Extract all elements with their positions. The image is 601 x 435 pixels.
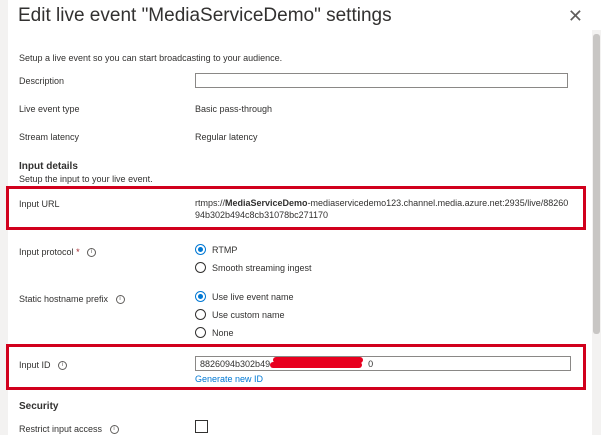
input-url-prefix: rtmps:// xyxy=(195,198,226,208)
hostname-option-none[interactable]: None xyxy=(195,327,234,338)
input-url-rest: -mediaservicedemo123.channel.media.azure… xyxy=(307,198,569,208)
input-details-subtext: Setup the input to your live event. xyxy=(19,174,153,184)
radio-selected-icon[interactable] xyxy=(195,244,206,255)
input-protocol-label: Input protocol * i xyxy=(19,247,97,258)
radio-unselected-icon[interactable] xyxy=(195,327,206,338)
restrict-input-label-text: Restrict input access xyxy=(19,424,103,434)
hostname-option-label: Use live event name xyxy=(212,291,294,302)
hostname-option-live-event-name[interactable]: Use live event name xyxy=(195,291,294,302)
static-hostname-label: Static hostname prefix i xyxy=(19,294,125,305)
input-url-label: Input URL xyxy=(19,199,60,209)
edit-live-event-panel: Edit live event "MediaServiceDemo" setti… xyxy=(6,0,601,435)
info-icon[interactable]: i xyxy=(109,425,119,435)
static-hostname-label-text: Static hostname prefix xyxy=(19,294,109,304)
protocol-option-label: RTMP xyxy=(212,244,238,255)
restrict-input-label: Restrict input access i xyxy=(19,424,119,435)
close-icon[interactable]: ✕ xyxy=(568,6,583,27)
radio-unselected-icon[interactable] xyxy=(195,309,206,320)
input-id-field[interactable]: 8826094b302b49 0 xyxy=(195,356,571,371)
required-mark: * xyxy=(76,247,80,257)
intro-text: Setup a live event so you can start broa… xyxy=(19,53,283,63)
scrollbar-thumb[interactable] xyxy=(593,34,600,334)
protocol-option-smooth[interactable]: Smooth streaming ingest xyxy=(195,262,312,273)
radio-unselected-icon[interactable] xyxy=(195,262,206,273)
info-icon[interactable]: i xyxy=(115,295,125,305)
description-label: Description xyxy=(19,76,65,86)
input-url-event-name: MediaServiceDemo xyxy=(225,198,308,208)
panel-title: Edit live event "MediaServiceDemo" setti… xyxy=(18,5,392,26)
input-id-visible-end: 0 xyxy=(368,359,374,369)
input-id-label: Input ID i xyxy=(19,360,68,371)
hostname-option-label: None xyxy=(212,327,234,338)
input-details-heading: Input details xyxy=(19,161,78,172)
live-event-type-value: Basic pass-through xyxy=(195,104,273,114)
protocol-option-label: Smooth streaming ingest xyxy=(212,262,312,273)
live-event-type-label: Live event type xyxy=(19,104,80,114)
input-id-label-text: Input ID xyxy=(19,360,51,370)
info-icon[interactable]: i xyxy=(87,248,97,258)
stream-latency-label: Stream latency xyxy=(19,132,80,142)
input-url-value: rtmps://MediaServiceDemo-mediaservicedem… xyxy=(195,197,568,221)
security-heading: Security xyxy=(19,401,59,412)
hostname-option-custom-name[interactable]: Use custom name xyxy=(195,309,285,320)
input-id-visible-start: 8826094b302b49 xyxy=(200,359,271,369)
generate-new-id-link[interactable]: Generate new ID xyxy=(195,374,263,384)
protocol-option-rtmp[interactable]: RTMP xyxy=(195,244,237,255)
hostname-option-label: Use custom name xyxy=(212,309,285,320)
input-protocol-label-text: Input protocol xyxy=(19,247,74,257)
info-icon[interactable]: i xyxy=(58,361,68,371)
description-field[interactable] xyxy=(195,73,568,88)
radio-selected-icon[interactable] xyxy=(195,291,206,302)
redaction-mark xyxy=(270,362,362,368)
stream-latency-value: Regular latency xyxy=(195,132,258,142)
restrict-input-checkbox[interactable] xyxy=(195,420,208,433)
input-url-line2: 94b302b494c8cb31078bc271170 xyxy=(195,210,328,220)
